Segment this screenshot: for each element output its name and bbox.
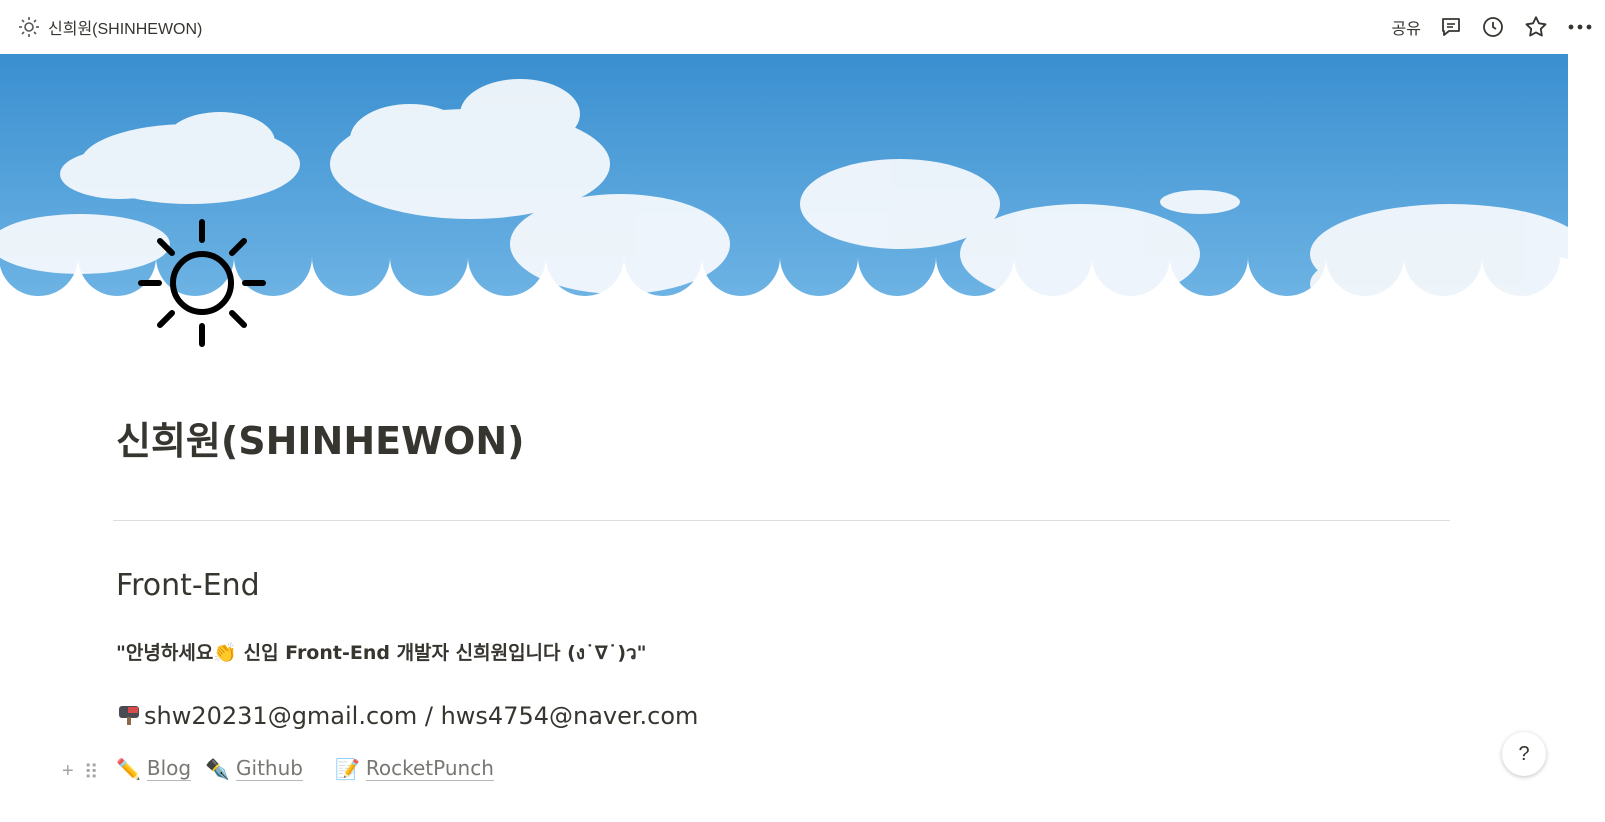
rocketpunch-link-label: RocketPunch	[365, 756, 494, 781]
intro-text-start: "안녕하세요	[116, 642, 214, 664]
more-icon[interactable]	[1567, 13, 1593, 41]
sun-icon[interactable]	[135, 216, 269, 350]
intro-text-end: 신입 Front-End 개발자 신희원입니다 (ง˙∇˙)ว"	[236, 642, 647, 664]
clap-hands-icon: 👏	[213, 642, 237, 664]
email-line[interactable]: shw20231@gmail.com / hws4754@naver.com	[116, 700, 698, 732]
top-bar: 신희원(SHINHEWON) 공유	[0, 0, 1605, 54]
divider	[113, 520, 1450, 521]
scrollbar-track[interactable]	[1568, 54, 1605, 822]
fountain-pen-icon: ✒️	[205, 756, 231, 781]
drag-handle-icon[interactable]: ⠿	[84, 760, 99, 785]
memo-icon: 📝	[334, 756, 360, 781]
block-handles[interactable]: + ⠿	[62, 760, 98, 785]
pencil-icon: ✏️	[116, 756, 141, 781]
sun-icon	[18, 16, 40, 38]
mailbox-icon	[116, 700, 144, 732]
comment-icon[interactable]	[1439, 13, 1463, 41]
github-link[interactable]: ✒️ Github	[205, 756, 303, 781]
clock-icon[interactable]	[1481, 13, 1505, 41]
star-icon[interactable]	[1523, 13, 1549, 41]
share-button[interactable]: 공유	[1392, 13, 1421, 41]
blog-link[interactable]: ✏️ Blog	[116, 756, 192, 781]
add-block-icon[interactable]: +	[62, 760, 74, 785]
breadcrumb-label: 신희원(SHINHEWON)	[48, 21, 203, 38]
help-button[interactable]: ?	[1502, 732, 1546, 776]
blog-link-label: Blog	[146, 756, 192, 781]
section-heading[interactable]: Front-End	[116, 568, 260, 603]
email-text: shw20231@gmail.com / hws4754@naver.com	[144, 702, 699, 730]
breadcrumb[interactable]: 신희원(SHINHEWON)	[18, 15, 202, 39]
rocketpunch-link[interactable]: 📝 RocketPunch	[335, 756, 494, 781]
page-title[interactable]: 신희원(SHINHEWON)	[116, 410, 525, 465]
links-row: ✏️ Blog ✒️ Github 📝 RocketPunch	[116, 756, 508, 781]
intro-text[interactable]: "안녕하세요👏 신입 Front-End 개발자 신희원입니다 (ง˙∇˙)ว"	[116, 638, 647, 668]
github-link-label: Github	[236, 756, 303, 781]
